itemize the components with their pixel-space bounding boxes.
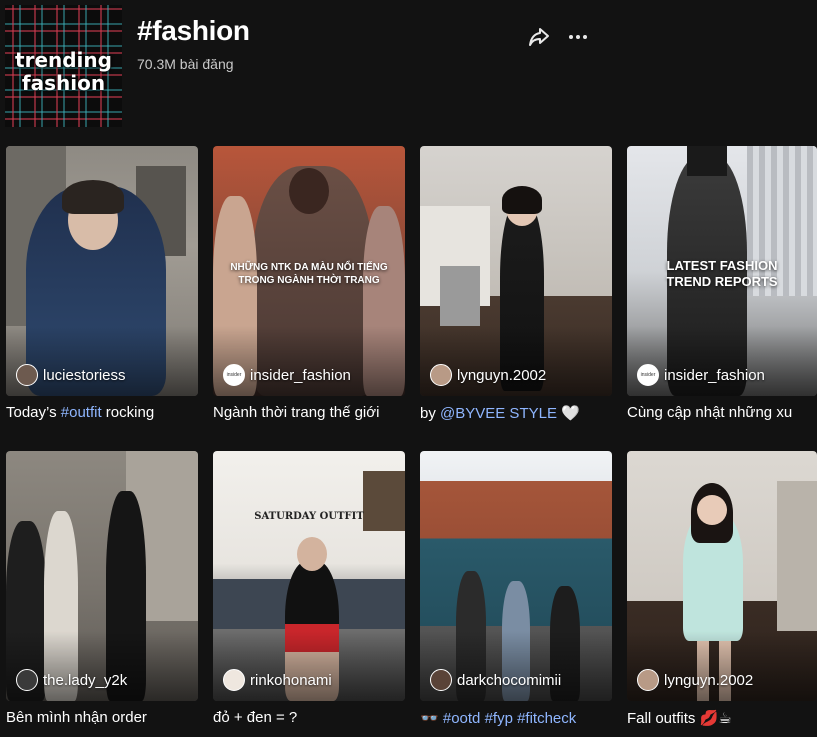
video-overlay-text: LATEST FASHION TREND REPORTS <box>666 258 778 289</box>
video-overlay-text: NHỮNG NTK DA MÀU NỔI TIẾNG TRONG NGÀNH T… <box>230 262 388 286</box>
avatar: insider <box>223 364 245 386</box>
username[interactable]: insider_fashion <box>250 367 351 384</box>
username[interactable]: darkchocomimii <box>457 672 561 689</box>
share-button[interactable] <box>526 24 552 50</box>
video-card[interactable]: the.lady_y2k Bên mình nhận order <box>6 451 198 726</box>
video-caption[interactable]: Bên mình nhận order <box>6 709 196 726</box>
avatar <box>430 364 452 386</box>
video-caption[interactable]: Today’s #outfit rocking <box>6 404 196 421</box>
more-icon <box>569 35 587 39</box>
video-card[interactable]: SATURDAY OUTFIT rinkohonami đỏ + đen = ? <box>213 451 405 726</box>
video-card[interactable]: darkchocomimii 👓 #ootd #fyp #fitcheck <box>420 451 612 727</box>
avatar <box>637 669 659 691</box>
video-thumbnail[interactable]: luciestoriess <box>6 146 198 396</box>
avatar <box>16 669 38 691</box>
avatar <box>223 669 245 691</box>
avatar <box>16 364 38 386</box>
video-caption[interactable]: Cùng cập nhật những xu <box>627 404 817 421</box>
hashtag-thumbnail: trending fashion <box>5 5 122 127</box>
hashtag-link[interactable]: #outfit <box>61 404 102 421</box>
thumbnail-text-line1: trending <box>15 48 112 72</box>
video-card[interactable]: lynguyn.2002 Fall outfits 💋☕ <box>627 451 817 727</box>
video-caption[interactable]: by @BYVEE STYLE 🤍 <box>420 404 610 422</box>
video-card[interactable]: LATEST FASHION TREND REPORTS insider ins… <box>627 146 817 421</box>
mention-link[interactable]: @BYVEE STYLE <box>440 405 557 422</box>
hashtag-link[interactable]: #ootd #fyp #fitcheck <box>443 710 576 727</box>
video-caption[interactable]: đỏ + đen = ? <box>213 709 403 726</box>
video-card[interactable]: luciestoriess Today’s #outfit rocking <box>6 146 198 421</box>
avatar: insider <box>637 364 659 386</box>
video-card[interactable]: NHỮNG NTK DA MÀU NỔI TIẾNG TRONG NGÀNH T… <box>213 146 405 421</box>
hashtag-title: #fashion <box>137 15 250 46</box>
video-thumbnail[interactable]: LATEST FASHION TREND REPORTS insider ins… <box>627 146 817 396</box>
post-count: 70.3M bài đăng <box>137 56 234 72</box>
share-icon <box>529 28 549 46</box>
hashtag-page: trending fashion #fashion 70.3M bài đăng <box>0 0 817 737</box>
video-thumbnail[interactable]: lynguyn.2002 <box>627 451 817 701</box>
video-thumbnail[interactable]: darkchocomimii <box>420 451 612 701</box>
username[interactable]: insider_fashion <box>664 367 765 384</box>
hashtag-header: trending fashion #fashion 70.3M bài đăng <box>0 0 817 140</box>
video-thumbnail[interactable]: NHỮNG NTK DA MÀU NỔI TIẾNG TRONG NGÀNH T… <box>213 146 405 396</box>
more-options-button[interactable] <box>565 24 591 50</box>
video-caption[interactable]: Ngành thời trang thế giới <box>213 404 403 421</box>
video-overlay-text: SATURDAY OUTFIT <box>254 511 364 522</box>
video-thumbnail[interactable]: lynguyn.2002 <box>420 146 612 396</box>
username[interactable]: the.lady_y2k <box>43 672 127 689</box>
username[interactable]: rinkohonami <box>250 672 332 689</box>
username[interactable]: luciestoriess <box>43 367 126 384</box>
thumbnail-text-line2: fashion <box>21 71 106 95</box>
avatar <box>430 669 452 691</box>
video-caption[interactable]: Fall outfits 💋☕ <box>627 709 817 727</box>
username[interactable]: lynguyn.2002 <box>664 672 753 689</box>
video-caption[interactable]: 👓 #ootd #fyp #fitcheck <box>420 709 610 727</box>
video-thumbnail[interactable]: SATURDAY OUTFIT rinkohonami <box>213 451 405 701</box>
video-card[interactable]: lynguyn.2002 by @BYVEE STYLE 🤍 <box>420 146 612 422</box>
username[interactable]: lynguyn.2002 <box>457 367 546 384</box>
video-thumbnail[interactable]: the.lady_y2k <box>6 451 198 701</box>
